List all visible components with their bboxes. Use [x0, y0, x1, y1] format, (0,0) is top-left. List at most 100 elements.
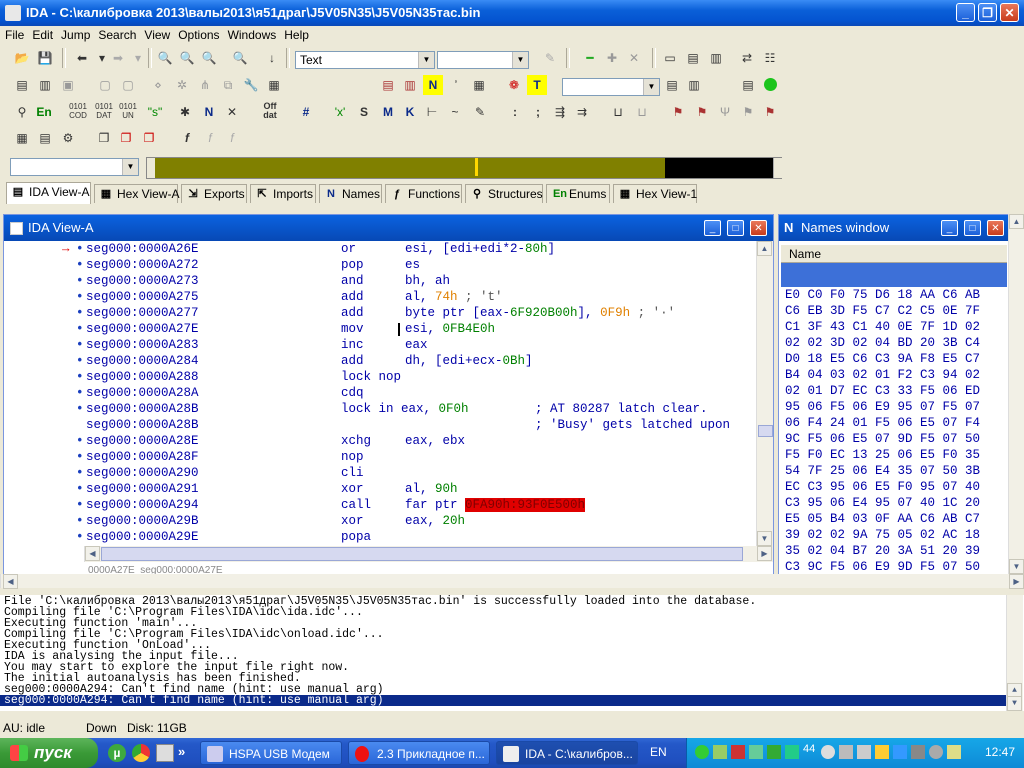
- segment-combo[interactable]: ▼: [562, 78, 660, 96]
- output-vertical-scrollbar[interactable]: ▲ ▼: [1006, 595, 1023, 711]
- scroll-up-icon[interactable]: ▲: [757, 241, 772, 256]
- code-line[interactable]: • seg000:0000A291 xor al, 90h: [4, 481, 756, 497]
- graph-c-icon[interactable]: ⋔: [195, 75, 215, 95]
- tray-network-icon[interactable]: [695, 745, 709, 759]
- scroll-down-icon[interactable]: ▼: [1007, 696, 1022, 711]
- code-0101-icon[interactable]: 0101 COD: [68, 102, 88, 122]
- graph-tree-d-icon[interactable]: ⚑: [738, 102, 758, 122]
- code-line[interactable]: • seg000:0000A288 lock nop: [4, 369, 756, 385]
- sync-icon[interactable]: ⇄: [737, 48, 757, 68]
- calc-b-icon[interactable]: ▤: [35, 128, 55, 148]
- menu-windows[interactable]: Windows: [223, 26, 280, 42]
- tray-antivirus-icon[interactable]: [929, 745, 943, 759]
- negate-icon[interactable]: ⊢: [422, 102, 442, 122]
- name-icon[interactable]: N: [423, 75, 443, 95]
- code-line[interactable]: • seg000:0000A283 inc eax: [4, 337, 756, 353]
- search-next-icon[interactable]: 🔍: [199, 48, 219, 68]
- script-run-icon[interactable]: ▤: [738, 75, 758, 95]
- type-icon[interactable]: T: [527, 75, 547, 95]
- collapse-icon[interactable]: ━: [580, 48, 600, 68]
- semicolon-icon[interactable]: ;: [528, 102, 548, 122]
- tray-bluetooth-icon[interactable]: [893, 745, 907, 759]
- graph-tree-a-icon[interactable]: ⚑: [668, 102, 688, 122]
- comment-a-icon[interactable]: ⇶: [550, 102, 570, 122]
- code-line[interactable]: • seg000:0000A284 add dh, [edi+ecx-0Bh]: [4, 353, 756, 369]
- minimize-button[interactable]: _: [956, 3, 975, 22]
- tray-utorrent-icon[interactable]: [767, 745, 781, 759]
- code-line[interactable]: • seg000:0000A28E xchg eax, ebx: [4, 433, 756, 449]
- secondary-combo[interactable]: ▼: [437, 51, 529, 69]
- taskbar-item-ida[interactable]: IDA - C:\калибров...: [496, 741, 638, 765]
- tab-hex-view-1[interactable]: ▦ Hex View-1: [613, 184, 697, 203]
- forward-icon[interactable]: ➡: [108, 48, 128, 68]
- quicklaunch-window-icon[interactable]: [156, 744, 174, 762]
- tab-imports[interactable]: ⇱ Imports: [250, 184, 316, 203]
- menu-help[interactable]: Help: [279, 26, 312, 42]
- code-line[interactable]: seg000:0000A28B; 'Busy' gets latched upo…: [4, 417, 756, 433]
- tab-exports[interactable]: ⇲ Exports: [181, 184, 247, 203]
- names-column-header[interactable]: Name: [781, 245, 1007, 263]
- breakpoint-icon[interactable]: ❁: [504, 75, 524, 95]
- code-line[interactable]: • seg000:0000A272 pop es: [4, 257, 756, 273]
- scroll-right-icon[interactable]: ▶: [757, 546, 772, 561]
- forward-dropdown-icon[interactable]: ▾: [128, 48, 148, 68]
- tray-power-icon[interactable]: [947, 745, 961, 759]
- disabled-a-icon[interactable]: ▢: [95, 75, 115, 95]
- scroll-thumb[interactable]: [758, 425, 773, 437]
- data-icon[interactable]: ▥: [400, 75, 420, 95]
- utorrent-icon[interactable]: µ: [108, 744, 126, 762]
- tab-enums[interactable]: En Enums: [546, 184, 610, 203]
- bitwise-not-icon[interactable]: ~: [445, 102, 465, 122]
- main-horizontal-scrollbar[interactable]: ◀ ▶: [0, 574, 1024, 589]
- rename-icon[interactable]: ʼ: [446, 75, 466, 95]
- code-line[interactable]: • seg000:0000A294 call far ptr 0FA90h:93F0E…: [4, 497, 756, 513]
- ida-view-horizontal-scrollbar[interactable]: ◀ ▶: [84, 546, 773, 562]
- ida-view-vertical-scrollbar[interactable]: ▲ ▼: [756, 241, 773, 546]
- code-line[interactable]: • seg000:0000A29B xor eax, 20h: [4, 513, 756, 529]
- hex-x-icon[interactable]: 'x': [330, 102, 350, 122]
- view-mode-combo[interactable]: Text ▼: [295, 51, 435, 69]
- settings-icon[interactable]: ⚙: [58, 128, 78, 148]
- code-line[interactable]: • seg000:0000A28B lock in eax, 0F0h; AT 80…: [4, 401, 756, 417]
- expand-icon[interactable]: ✚: [602, 48, 622, 68]
- tray-folder-icon[interactable]: [875, 745, 889, 759]
- window-cascade-icon[interactable]: ▭: [660, 48, 680, 68]
- colors-icon[interactable]: ▦: [264, 75, 284, 95]
- name-n-icon[interactable]: N: [199, 102, 219, 122]
- names-selected-row[interactable]: [781, 263, 1007, 287]
- code-line[interactable]: • seg000:0000A28A cdq: [4, 385, 756, 401]
- address-combo[interactable]: ▼: [10, 158, 139, 176]
- window-c-icon[interactable]: ❐: [139, 128, 159, 148]
- disassembly-listing[interactable]: → • seg000:0000A26E or esi, [edi+edi*2-80h] …: [4, 241, 756, 546]
- code-line[interactable]: • seg000:0000A273 and bh, ah: [4, 273, 756, 289]
- xref-a-icon[interactable]: ⊔: [608, 102, 628, 122]
- function-f-icon[interactable]: f: [177, 128, 197, 148]
- taskbar-item-opera[interactable]: 2.3 Прикладное п...: [348, 741, 490, 765]
- code-line[interactable]: • seg000:0000A27E mov esi, 0FB4E0h: [4, 321, 756, 337]
- table-icon[interactable]: ▦: [469, 75, 489, 95]
- search-text-icon[interactable]: 🔍: [155, 48, 175, 68]
- tools-icon[interactable]: 🔧: [241, 75, 261, 95]
- names-vertical-scrollbar[interactable]: ▲ ▼: [1008, 214, 1024, 574]
- menu-jump[interactable]: Jump: [56, 26, 93, 42]
- code-line[interactable]: • seg000:0000A275 add al, 74h ; 't': [4, 289, 756, 305]
- offset-icon[interactable]: Off dat: [260, 102, 280, 122]
- string-icon[interactable]: "s": [145, 102, 165, 122]
- pen-icon[interactable]: ✎: [540, 48, 560, 68]
- code-icon[interactable]: ▤: [378, 75, 398, 95]
- graph-tree-e-icon[interactable]: ⚑: [760, 102, 780, 122]
- window-a-icon[interactable]: ❐: [94, 128, 114, 148]
- tab-functions[interactable]: ƒ Functions: [385, 184, 462, 203]
- graph-b-icon[interactable]: ✲: [172, 75, 192, 95]
- panel-maximize-button[interactable]: □: [727, 220, 744, 236]
- undefine-icon[interactable]: ✕: [222, 102, 242, 122]
- quicklaunch-more-icon[interactable]: »: [178, 744, 185, 759]
- tab-hex-view-a[interactable]: ▦ Hex View-A: [94, 184, 179, 203]
- script-file-icon[interactable]: ▤: [12, 75, 32, 95]
- tab-structures[interactable]: ⚲ Structures: [465, 184, 543, 203]
- scroll-left-icon[interactable]: ◀: [3, 574, 18, 589]
- tab-names[interactable]: N Names: [319, 184, 382, 203]
- edit-pen-icon[interactable]: ✎: [470, 102, 490, 122]
- key-k-icon[interactable]: K: [400, 102, 420, 122]
- tray-app-icon[interactable]: [713, 745, 727, 759]
